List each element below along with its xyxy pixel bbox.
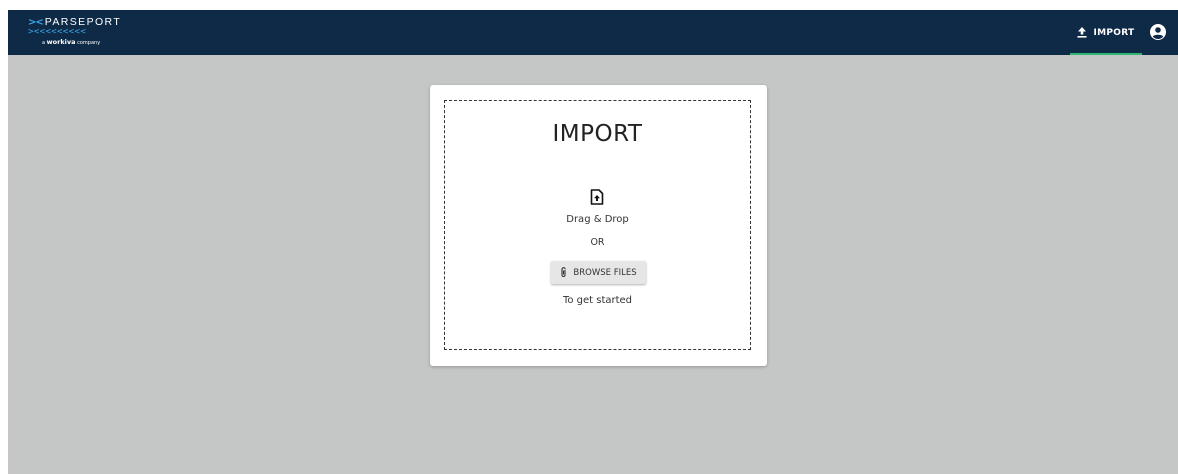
- upload-icon: [1077, 27, 1087, 38]
- logo-chevrons: ><<<<<<<<<: [28, 27, 87, 37]
- parseport-logo[interactable]: >< PARSEPORT ><<<<<<<<< a workiva compan…: [28, 16, 138, 50]
- browse-files-button[interactable]: BROWSE FILES: [551, 261, 646, 284]
- file-dropzone[interactable]: IMPORT Drag & Drop OR BROWSE FILES To ge…: [444, 100, 751, 350]
- import-card: IMPORT Drag & Drop OR BROWSE FILES To ge…: [430, 85, 767, 366]
- import-title: IMPORT: [552, 121, 643, 147]
- paperclip-icon: [561, 267, 567, 277]
- browse-files-label: BROWSE FILES: [573, 267, 637, 278]
- logo-tagline: a workiva company: [42, 38, 101, 46]
- top-navigation-bar: >< PARSEPORT ><<<<<<<<< a workiva compan…: [8, 10, 1178, 55]
- nav-import-tab[interactable]: IMPORT: [1070, 10, 1142, 55]
- get-started-hint: To get started: [562, 295, 633, 306]
- account-icon[interactable]: [1149, 23, 1167, 41]
- logo-arrows: ><: [28, 16, 44, 28]
- or-label: OR: [590, 237, 605, 248]
- file-upload-icon: [590, 189, 604, 205]
- nav-import-label: IMPORT: [1093, 27, 1135, 38]
- app-frame: >< PARSEPORT ><<<<<<<<< a workiva compan…: [8, 10, 1178, 474]
- drag-drop-label: Drag & Drop: [566, 214, 629, 225]
